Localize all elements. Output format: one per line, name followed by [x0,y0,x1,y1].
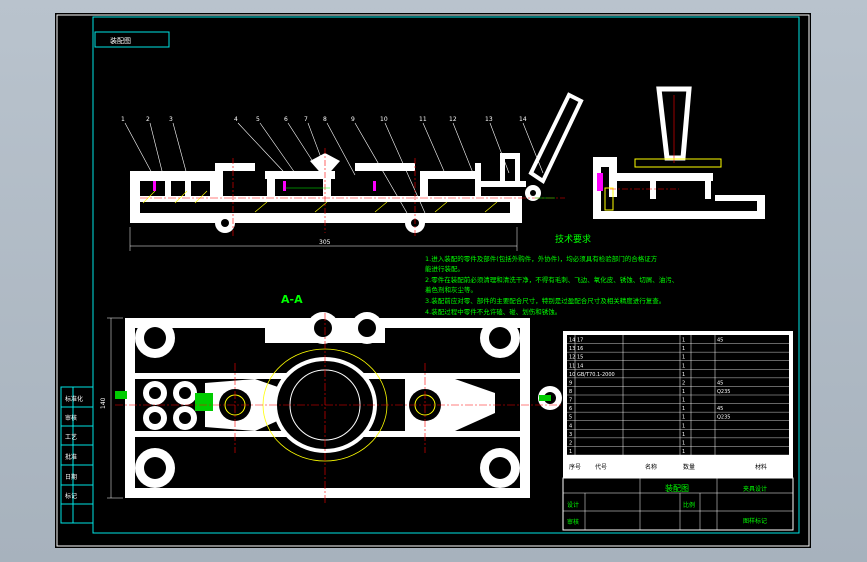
bom-cell: 16 [577,346,583,352]
reversed-title-box [94,31,170,48]
bom-header-cell: 数量 [683,463,695,471]
tech-note: 能进行装配。 [425,264,464,273]
bom-cell: 1 [682,415,685,421]
bom-cell: 1 [569,449,572,455]
tech-title: 技术要求 [555,233,591,245]
bom-cell: 3 [569,432,572,438]
bom-cell: 1 [682,449,685,455]
bom-cell: 4 [569,423,572,429]
title-block-name: 装配图 [665,483,689,493]
tech-note: 2.零件在装配前必须清理和清洗干净，不得有毛刺、飞边、氧化皮、锈蚀、切屑、油污、 [425,275,678,284]
bom-cell: 1 [682,423,685,429]
bom-cell: 10 [569,372,575,378]
bom-cell: 1 [682,346,685,352]
bom-cell: GB/T70.1-2000 [577,372,615,378]
part-number: 11 [419,116,427,123]
title-block-scale: 比例 [683,501,695,509]
part-number: 12 [449,116,457,123]
bom-cell: 7 [569,398,572,404]
drawing-sheet: 装配图 标准化 审核 工艺 批准 日期 标记 1 2 3 4 5 6 7 8 9… [55,13,811,548]
part-number: 4 [234,116,238,123]
bom-cell: 1 [682,355,685,361]
bom-header-cell: 代号 [595,463,607,471]
bom-cell: 15 [577,355,583,361]
bom-cell: 1 [682,432,685,438]
strip-label: 日期 [65,473,77,481]
tech-note: 3.装配前应对零、部件的主要配合尺寸，特别是过盈配合尺寸及相关精度进行复查。 [425,296,665,305]
height-dimension: 140 [100,397,107,409]
bill-of-materials: 14 17 1 4513 16 112 15 111 14 110 GB/T70.1-2000 19 2… [563,331,793,478]
bom-cell: 17 [577,338,583,344]
bom-cell: 14 [569,338,575,344]
tech-note: 1.进入装配的零件及部件(包括外购件，外协件)，均必须具有检验部门的合格证方 [425,254,658,263]
bom-cell: Q235 [717,415,730,421]
strip-label: 标记 [65,492,77,500]
cad-viewport[interactable]: 装配图 标准化 审核 工艺 批准 日期 标记 1 2 3 4 5 6 7 8 9… [0,0,867,562]
bom-cell: 1 [682,363,685,369]
bom-cell: 45 [717,380,723,386]
bom-cell: 9 [569,380,572,386]
strip-label: 批准 [65,453,77,461]
side-view [593,86,765,219]
bom-cell: 45 [717,406,723,412]
bom-cell: 12 [569,355,575,361]
tech-note: 着色剂和灰尘等。 [425,285,477,294]
bom-cell: 1 [682,389,685,395]
part-number: 1 [121,116,125,123]
tech-note: 4.装配过程中零件不允许磕、碰、划伤和锈蚀。 [425,307,561,316]
bom-cell: 1 [682,398,685,404]
bom-cell: 6 [569,406,572,412]
bom-cell: 2 [569,440,572,446]
title-block-sheet: 图样标记 [743,517,767,525]
bom-cell: 14 [577,363,583,369]
bom-cell: Q235 [717,389,730,395]
part-number: 6 [284,116,288,123]
strip-label: 标准化 [65,395,83,403]
title-block-checked: 审核 [567,518,579,526]
strip-label: 审核 [65,414,77,422]
bom-cell: 13 [569,346,575,352]
bom-header-cell: 名称 [645,463,657,471]
part-number: 7 [304,116,308,123]
bom-cell: 2 [682,380,685,386]
title-block: 装配图 夹具设计 图样标记 设计 审核 比例 [562,477,794,531]
bom-cell: 5 [569,415,572,421]
bom-header-cell: 序号 [569,463,581,471]
reversed-title-text: 装配图 [110,36,131,45]
part-number: 5 [256,116,260,123]
technical-requirements: 技术要求 1.进入装配的零件及部件(包括外购件，外协件)，均必须具有检验部门的合… [425,233,678,316]
part-number: 14 [519,116,527,123]
part-number: 10 [380,116,388,123]
title-block-drawn: 设计 [567,501,579,509]
left-title-strip: 标准化 审核 工艺 批准 日期 标记 [60,386,94,524]
section-a-a-view: A-A 140 [100,293,565,503]
bom-cell: 11 [569,363,575,369]
front-view: 1 2 3 4 5 6 7 8 9 10 11 12 13 14 305 [121,92,584,251]
bom-cell: 1 [682,440,685,446]
strip-label: 工艺 [65,433,77,441]
bom-cell: 8 [569,389,572,395]
bom-cell: 45 [717,338,723,344]
bom-cell: 1 [682,406,685,412]
part-number: 2 [146,116,150,123]
bom-cell: 1 [682,372,685,378]
overall-dimension: 305 [319,239,331,246]
part-number: 3 [169,116,173,123]
part-number: 13 [485,116,493,123]
bom-cell: 1 [682,338,685,344]
title-block-school: 夹具设计 [743,485,767,493]
part-number: 8 [323,116,327,123]
part-number: 9 [351,116,355,123]
drawing-canvas: 装配图 标准化 审核 工艺 批准 日期 标记 1 2 3 4 5 6 7 8 9… [56,14,810,547]
bom-header-cell: 材料 [755,463,767,471]
section-label: A-A [281,293,303,306]
